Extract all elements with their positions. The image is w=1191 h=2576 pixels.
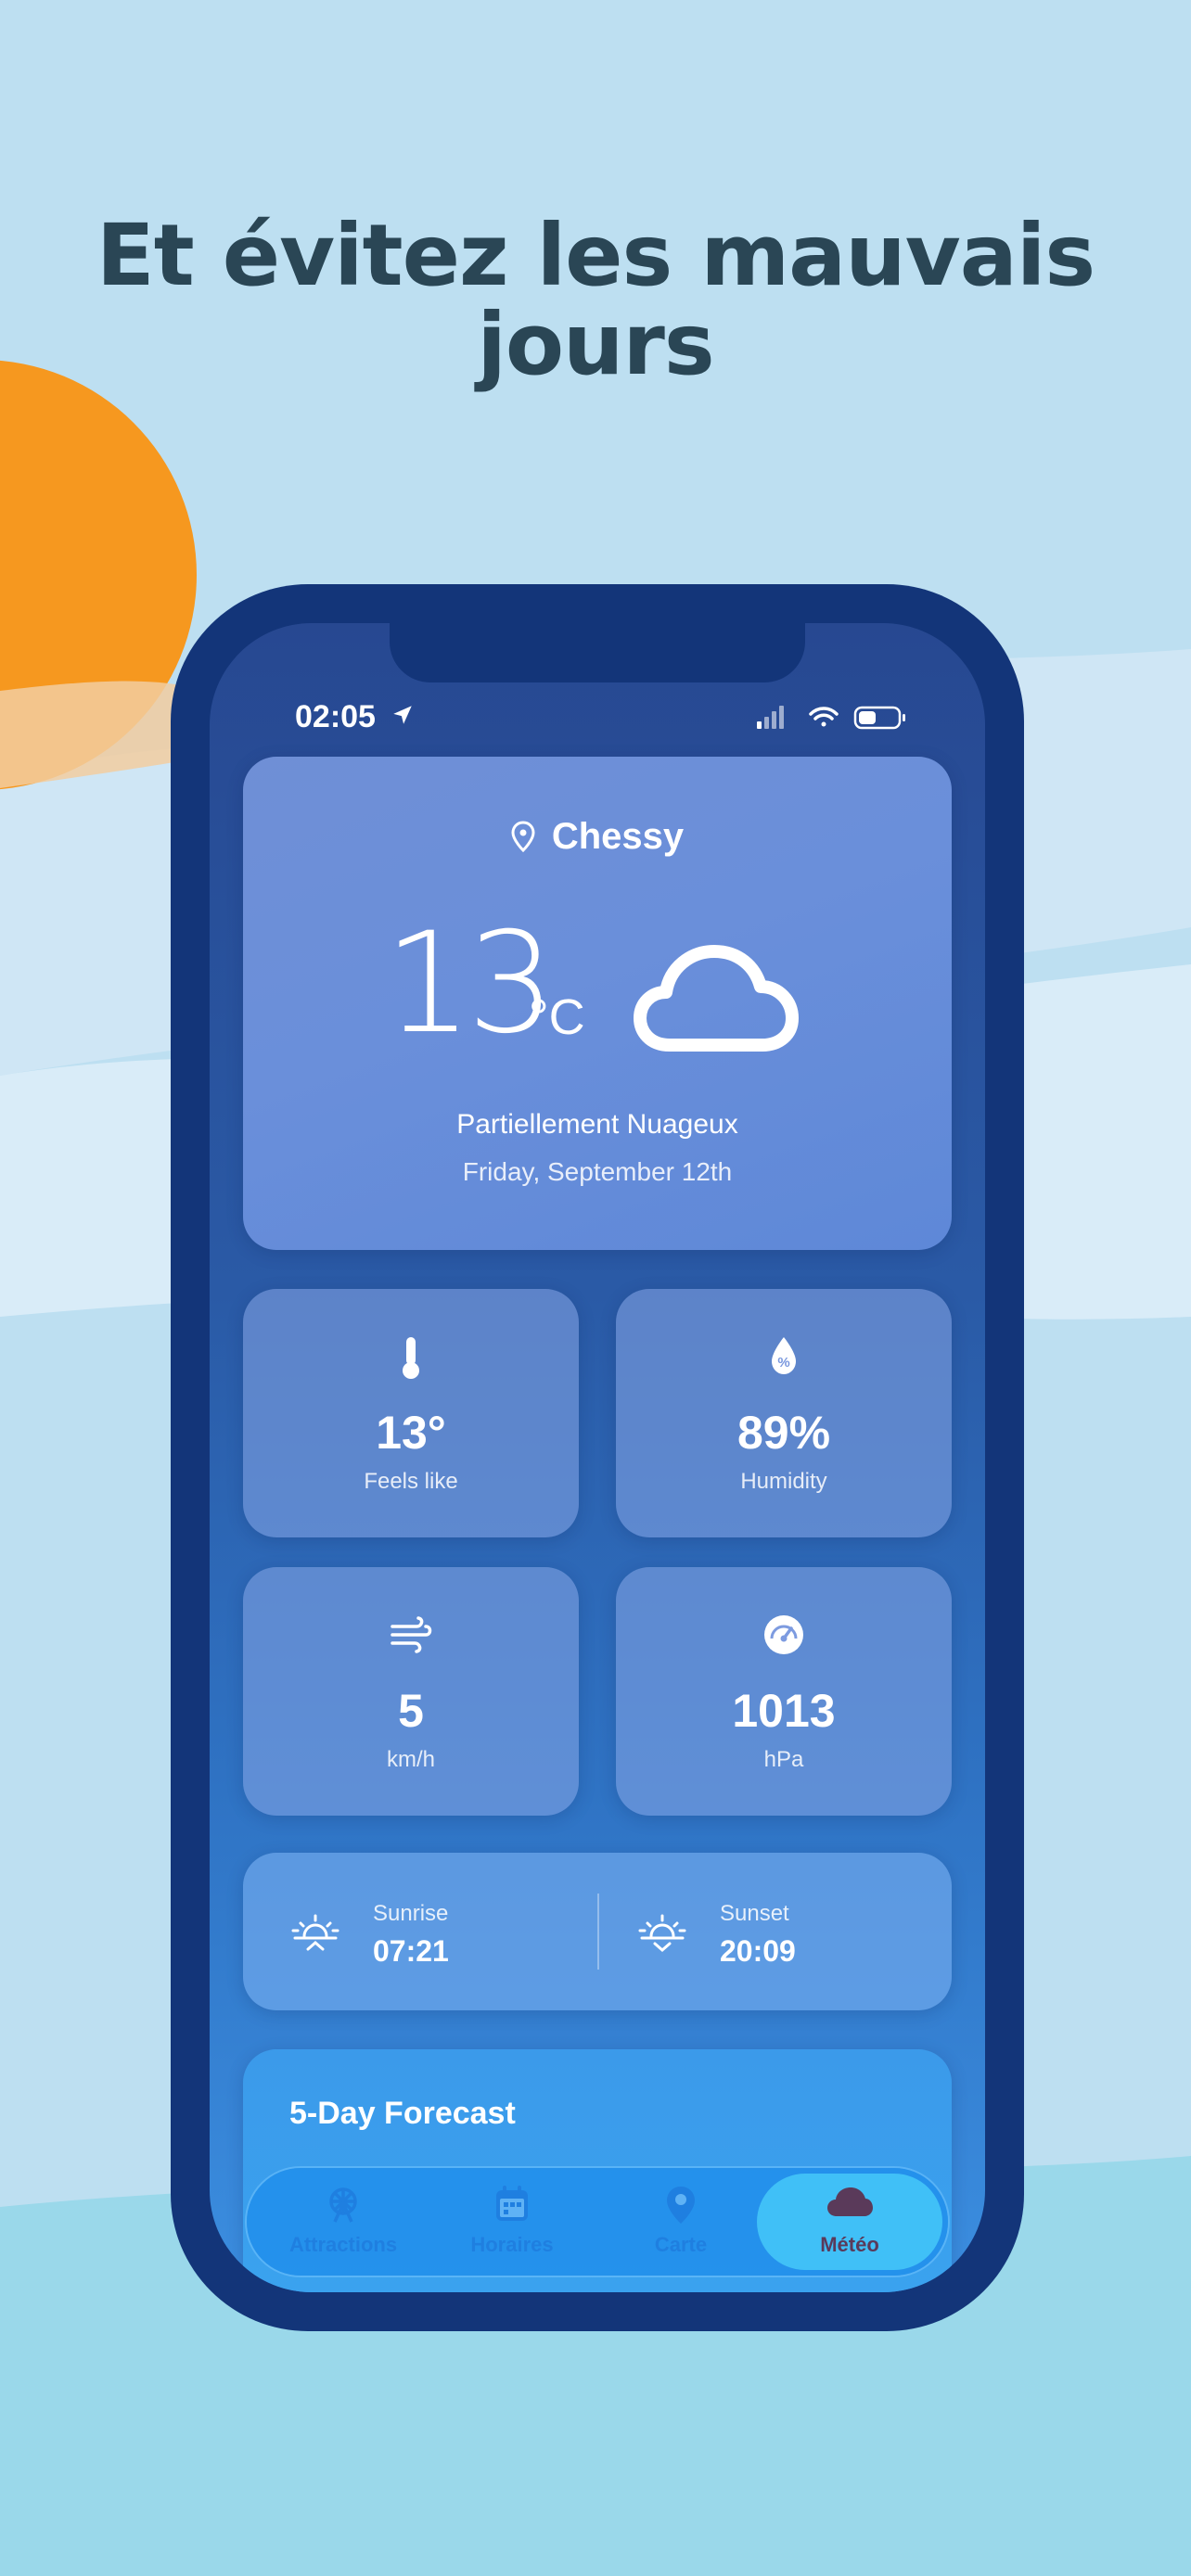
stat-value: 13°: [376, 1407, 446, 1459]
ferris-wheel-icon: [329, 2187, 357, 2223]
weather-date: Friday, September 12th: [462, 1157, 733, 1186]
sun-times-card: Sunrise 07:21 Sunset 20:09: [243, 1853, 952, 2010]
cloud-icon: [827, 2187, 873, 2216]
tab-horaires[interactable]: Horaires: [429, 2168, 596, 2276]
wind-icon: [391, 1616, 432, 1653]
thermometer-icon: [403, 1337, 419, 1379]
sun-divider: [597, 1894, 599, 1970]
sunset-icon: [638, 1914, 686, 1952]
status-icons: [757, 706, 905, 730]
tab-attractions[interactable]: Attractions: [260, 2168, 427, 2276]
location-row: Chessy: [243, 816, 952, 858]
map-pin-outline-icon: [511, 821, 535, 853]
cellular-signal-icon: [757, 706, 784, 729]
phone-frame: 02:05 Chessy 13 °C Partiellement Nuageux…: [171, 584, 1024, 2331]
current-weather-card: Chessy 13 °C Partiellement Nuageux Frida…: [243, 757, 952, 1250]
stat-label: Feels like: [364, 1469, 458, 1494]
stat-label: km/h: [386, 1747, 435, 1772]
cloud-icon: [634, 945, 799, 1052]
tab-label: Attractions: [288, 2233, 398, 2256]
pressure-gauge-icon: [764, 1615, 803, 1654]
bottom-tab-bar: Attractions Horaires Carte Météo: [247, 2168, 948, 2276]
stat-value: 89%: [736, 1407, 831, 1459]
stat-card-feels-like: 13° Feels like: [243, 1289, 579, 1537]
stat-value: 1013: [732, 1685, 836, 1737]
humidity-drop-icon: %: [772, 1337, 796, 1374]
forecast-title: 5-Day Forecast: [289, 2096, 516, 2131]
location-arrow-icon: [393, 706, 412, 724]
temperature-value: 13: [384, 903, 556, 1065]
calendar-icon: [496, 2186, 528, 2221]
wifi-icon: [809, 707, 839, 727]
tab-label: Carte: [654, 2233, 708, 2256]
stat-card-wind: 5 km/h: [243, 1567, 579, 1816]
sunrise-icon: [291, 1914, 339, 1951]
status-time: 02:05: [295, 699, 376, 734]
sunrise-time: 07:21: [373, 1934, 449, 1968]
phone-screen: 02:05 Chessy 13 °C Partiellement Nuageux…: [210, 623, 985, 2292]
tab-label: Horaires: [470, 2233, 554, 2256]
temperature-unit: °C: [529, 989, 585, 1045]
tab-meteo[interactable]: Météo: [757, 2174, 942, 2270]
sunset-label: Sunset: [720, 1901, 789, 1926]
stat-label: Humidity: [740, 1469, 827, 1494]
sunset-time: 20:09: [720, 1934, 796, 1968]
map-pin-icon: [667, 2187, 695, 2224]
battery-icon: [853, 706, 905, 730]
stat-label: hPa: [763, 1747, 804, 1772]
location-name: Chessy: [551, 816, 685, 857]
page-headline: Et évitez les mauvais jours: [0, 211, 1191, 389]
headline-line-1: Et évitez les mauvais: [96, 206, 1095, 305]
stat-card-humidity: % 89% Humidity: [616, 1289, 952, 1537]
stat-value: 5: [398, 1685, 424, 1737]
phone-notch: [390, 623, 805, 682]
svg-text:%: %: [777, 1355, 789, 1371]
tab-label: Météo: [820, 2233, 879, 2256]
sunrise-label: Sunrise: [373, 1901, 449, 1926]
tab-carte[interactable]: Carte: [597, 2168, 764, 2276]
headline-line-2: jours: [477, 295, 714, 394]
weather-condition: Partiellement Nuageux: [456, 1109, 738, 1140]
stat-card-pressure: 1013 hPa: [616, 1567, 952, 1816]
